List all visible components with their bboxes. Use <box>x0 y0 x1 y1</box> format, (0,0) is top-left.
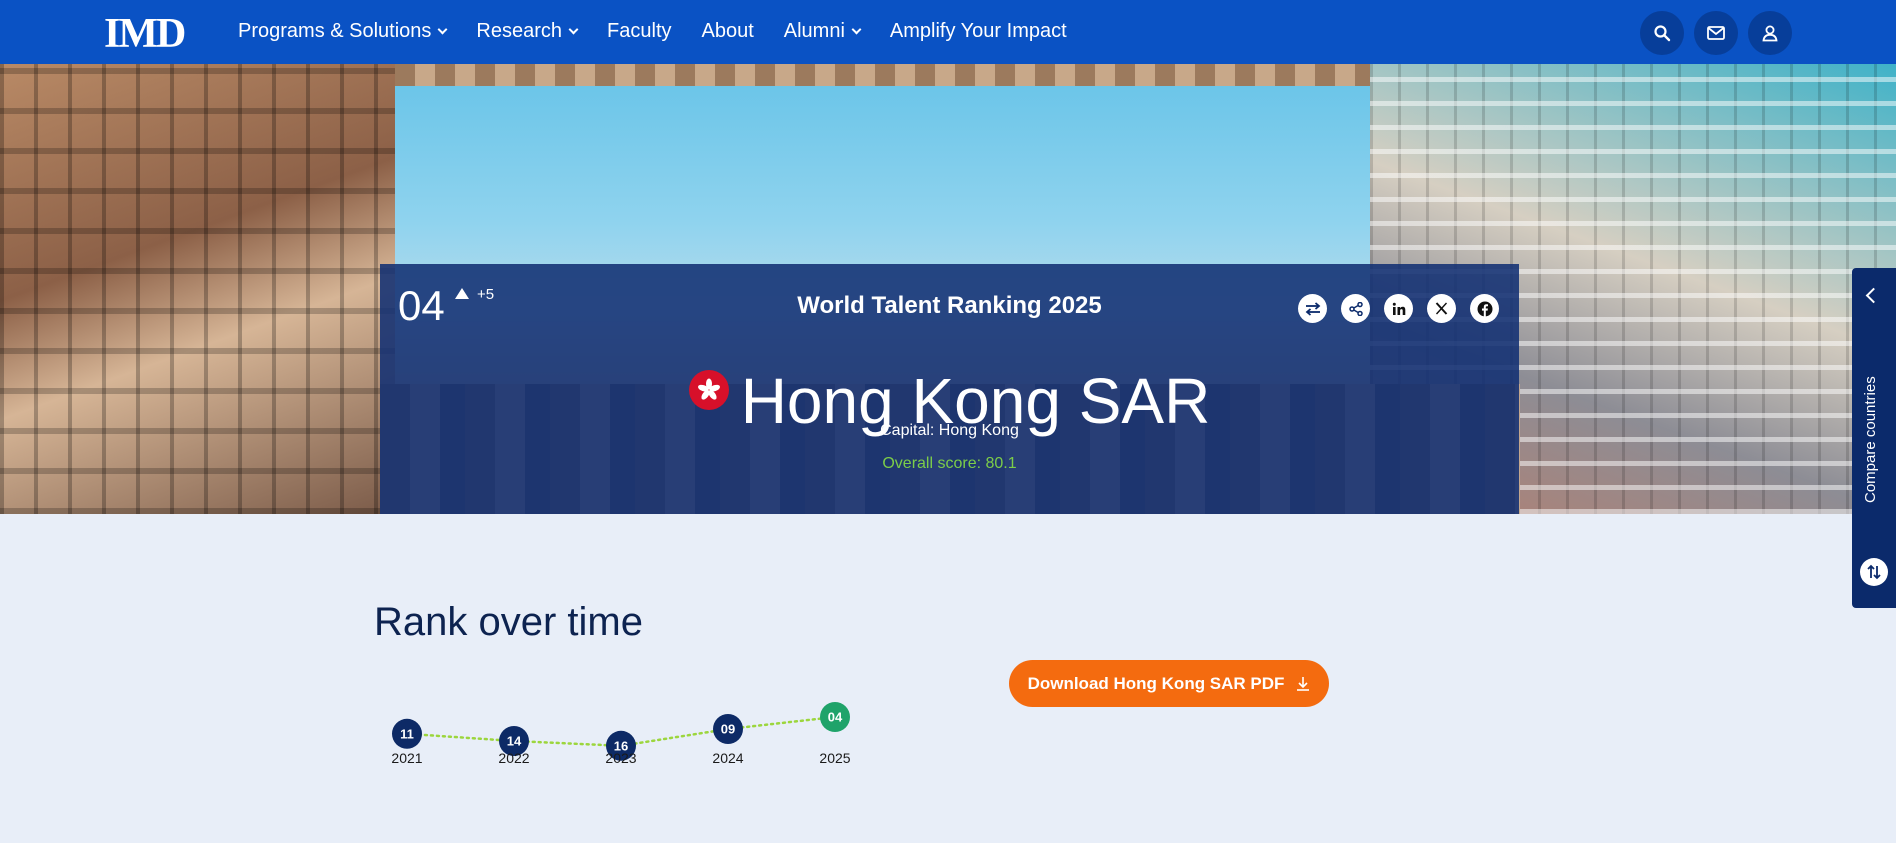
sort-arrows-icon[interactable] <box>1860 558 1888 586</box>
x-icon <box>1435 302 1448 315</box>
chevron-down-icon <box>568 24 579 34</box>
search-button[interactable] <box>1640 11 1684 55</box>
facebook-icon <box>1477 301 1492 316</box>
facebook-button[interactable] <box>1470 294 1499 323</box>
year-label: 2024 <box>712 750 743 766</box>
nav-about[interactable]: About <box>702 20 754 43</box>
compare-icon <box>1305 301 1320 316</box>
nav-programs-solutions[interactable]: Programs & Solutions <box>238 20 448 43</box>
nav-research[interactable]: Research <box>476 20 579 43</box>
compare-countries-tab[interactable]: Compare countries <box>1852 268 1896 608</box>
capital-text: Capital: Hong Kong <box>880 422 1019 439</box>
chevron-left-icon[interactable] <box>1865 287 1882 304</box>
search-icon <box>1654 25 1671 42</box>
compare-button[interactable] <box>1298 294 1327 323</box>
chevron-down-icon <box>851 24 862 34</box>
hero-image-rooftops <box>395 64 1370 86</box>
mail-button[interactable] <box>1694 11 1738 55</box>
rank-over-time-title: Rank over time <box>374 600 643 644</box>
year-label: 2023 <box>605 750 636 766</box>
year-label: 2022 <box>498 750 529 766</box>
nav-label: Amplify Your Impact <box>889 20 1067 42</box>
main-menu: Programs & Solutions Research Faculty Ab… <box>238 20 1097 43</box>
share-icon <box>1348 301 1363 316</box>
hero-image-buildings-left <box>0 64 395 514</box>
download-pdf-label: Download Hong Kong SAR PDF <box>1027 673 1285 693</box>
nav-label: Alumni <box>783 20 845 42</box>
nav-amplify-your-impact[interactable]: Amplify Your Impact <box>890 20 1067 43</box>
nav-alumni[interactable]: Alumni <box>783 20 862 43</box>
ranking-panel: 04 +5 World Talent Ranking 2025 Hong Kon… <box>380 264 1519 514</box>
top-nav: IMD Programs & Solutions Research Facult… <box>0 0 1896 64</box>
year-label: 2021 <box>391 750 422 766</box>
compare-countries-label: Compare countries <box>1862 376 1879 503</box>
rank-over-time-chart: 112021142022162023092024042025 <box>391 702 851 766</box>
nav-label: Research <box>476 20 563 42</box>
x-button[interactable] <box>1427 294 1456 323</box>
rank-point-label: 09 <box>721 722 735 737</box>
account-button[interactable] <box>1748 11 1792 55</box>
year-label: 2025 <box>819 750 850 766</box>
chevron-down-icon <box>437 24 448 34</box>
mail-icon <box>1707 26 1725 40</box>
linkedin-icon <box>1392 302 1405 315</box>
nav-label: Programs & Solutions <box>238 20 432 42</box>
nav-icon-group <box>1640 11 1792 55</box>
nav-label: Faculty <box>607 20 672 42</box>
user-icon <box>1762 25 1778 42</box>
nav-faculty[interactable]: Faculty <box>607 20 671 43</box>
linkedin-button[interactable] <box>1384 294 1413 323</box>
rank-point-label: 14 <box>507 734 522 749</box>
hong-kong-flag-icon <box>688 370 729 410</box>
download-icon <box>1297 677 1310 691</box>
overall-score: Overall score: 80.1 <box>882 455 1017 472</box>
nav-label: About <box>701 20 754 42</box>
share-button[interactable] <box>1341 294 1370 323</box>
imd-logo[interactable]: IMD <box>104 10 186 58</box>
rank-point-label: 04 <box>828 710 843 725</box>
social-actions <box>1298 294 1499 323</box>
rank-point-label: 11 <box>400 726 414 741</box>
download-pdf-button[interactable]: Download Hong Kong SAR PDF <box>1009 660 1329 707</box>
